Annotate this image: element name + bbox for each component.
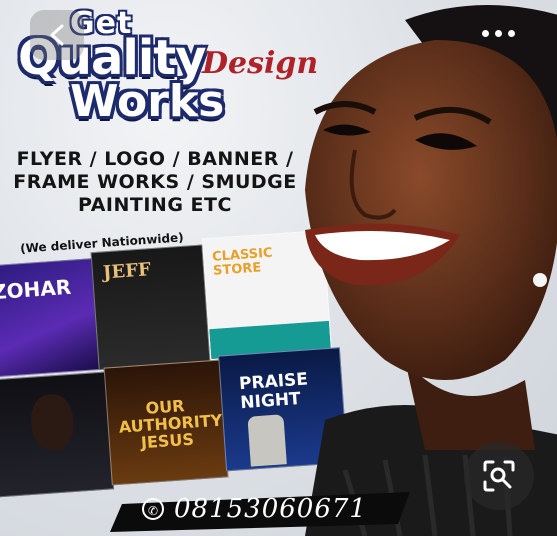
services-line-2: FRAME WORKS / SMUDGE: [13, 171, 297, 193]
visual-search-icon: [483, 460, 515, 492]
flyer-jeff: JEFF: [90, 244, 211, 371]
flyer-authority-title: OUR AUTHORITY JESUS: [118, 396, 223, 453]
services-line-1: FLYER / LOGO / BANNER /: [16, 148, 294, 170]
flyer-zohar: ZOHAR: [0, 258, 101, 378]
visual-search-button[interactable]: [464, 442, 534, 510]
chevron-left-icon: [50, 24, 64, 46]
more-horizontal-icon: [482, 30, 489, 37]
more-horizontal-icon-dot-3: [508, 30, 515, 37]
flyer-jeff-title: JEFF: [102, 259, 152, 284]
whatsapp-icon: ✆: [142, 498, 164, 520]
flyer-zohar-title: ZOHAR: [0, 274, 72, 305]
phone-number: 08153060671: [174, 494, 367, 524]
services-line-3: PAINTING ETC: [78, 194, 232, 216]
headline-works: Works: [70, 76, 225, 127]
flyer-portrait: [29, 392, 76, 452]
more-horizontal-icon-dot-2: [495, 30, 502, 37]
image-viewer: Get Quality Design Works FLYER / LOGO / …: [0, 0, 557, 536]
more-options-button[interactable]: [474, 18, 524, 48]
flyer-photography: [0, 371, 115, 498]
back-button[interactable]: [30, 10, 84, 60]
flyer-minister-figure: [247, 414, 287, 467]
services-list: FLYER / LOGO / BANNER / FRAME WORKS / SM…: [10, 148, 300, 217]
flyer-authority: OUR AUTHORITY JESUS: [103, 359, 229, 486]
